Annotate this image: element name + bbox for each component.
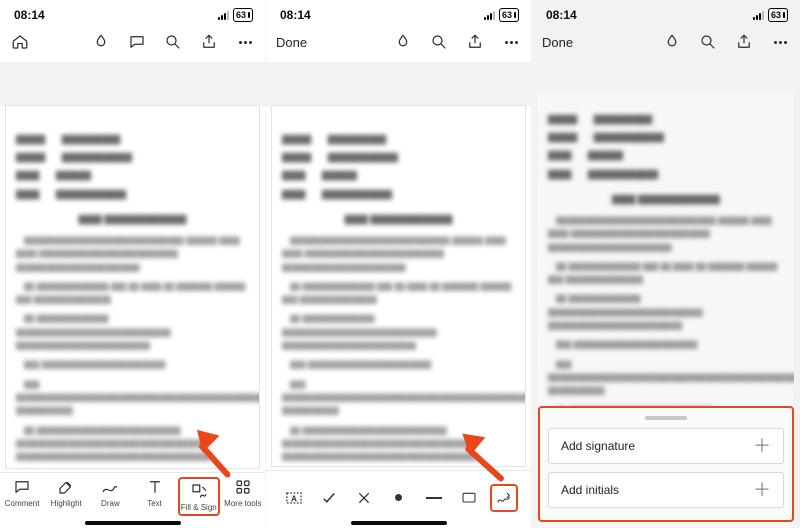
document-page[interactable]: █████ ██████████ █████ ████████████ ████… xyxy=(272,106,525,466)
blurred-document-content: █████ ██████████ █████ ████████████ ████… xyxy=(16,132,249,468)
svg-text:A: A xyxy=(290,493,296,503)
add-signature-label: Add signature xyxy=(561,439,635,453)
add-initials-button[interactable]: Add initials ＋ xyxy=(548,472,784,508)
search-icon[interactable] xyxy=(698,32,718,52)
cellular-icon xyxy=(218,10,229,20)
top-toolbar: Done xyxy=(266,26,531,62)
blurred-document-content: █████ ██████████ █████ ████████████ ████… xyxy=(282,132,515,466)
document-page[interactable]: █████ ██████████ █████ ████████████ ████… xyxy=(6,106,259,468)
grey-gap xyxy=(266,62,531,106)
text-tool-icon xyxy=(145,477,165,497)
status-bar: 08:14 63 xyxy=(0,0,265,26)
bottom-toolbar: Comment Highlight Draw Text Fill & Sign … xyxy=(0,472,265,528)
more-icon[interactable] xyxy=(235,32,255,52)
battery-icon: 63 xyxy=(233,8,253,22)
more-tools-button[interactable]: More tools xyxy=(222,477,264,508)
status-bar: 08:14 63 xyxy=(266,0,531,26)
home-indicator xyxy=(351,521,447,525)
battery-icon: 63 xyxy=(499,8,519,22)
liquid-mode-icon[interactable] xyxy=(91,32,111,52)
grey-gap xyxy=(0,62,265,106)
highlight-tool-icon xyxy=(56,477,76,497)
plus-icon: ＋ xyxy=(753,485,771,496)
grey-gap xyxy=(532,62,800,92)
fill-and-sign-button[interactable]: Fill & Sign xyxy=(178,477,220,516)
more-icon[interactable] xyxy=(501,32,521,52)
comment-tool-icon xyxy=(12,477,32,497)
dot-tool[interactable] xyxy=(385,484,413,512)
more-icon[interactable] xyxy=(770,32,790,52)
liquid-mode-icon[interactable] xyxy=(393,32,413,52)
liquid-mode-icon[interactable] xyxy=(662,32,682,52)
fill-sign-tool-icon xyxy=(189,481,209,501)
plus-icon: ＋ xyxy=(753,441,771,452)
highlight-button[interactable]: Highlight xyxy=(45,477,87,508)
cross-tool[interactable] xyxy=(350,484,378,512)
screen-3-add-signature-sheet: 08:14 63 Done █████ ██████████ █████ ███… xyxy=(532,0,800,528)
comment-icon[interactable] xyxy=(127,32,147,52)
status-bar: 08:14 63 xyxy=(532,0,800,26)
share-icon[interactable] xyxy=(199,32,219,52)
fill-sign-toolbar: A xyxy=(266,470,531,528)
more-tools-icon xyxy=(233,477,253,497)
clock: 08:14 xyxy=(14,8,45,22)
draw-tool-icon xyxy=(100,477,120,497)
top-toolbar xyxy=(0,26,265,62)
draw-button[interactable]: Draw xyxy=(89,477,131,508)
checkmark-tool[interactable] xyxy=(315,484,343,512)
add-initials-label: Add initials xyxy=(561,483,619,497)
share-icon[interactable] xyxy=(465,32,485,52)
clock: 08:14 xyxy=(280,8,311,22)
home-indicator xyxy=(85,521,181,525)
done-button[interactable]: Done xyxy=(276,35,307,50)
screen-2-sign-tools: 08:14 63 Done █████ ██████████ █████ ███… xyxy=(266,0,532,528)
cellular-icon xyxy=(484,10,495,20)
text-button[interactable]: Text xyxy=(134,477,176,508)
search-icon[interactable] xyxy=(429,32,449,52)
dash-tool[interactable] xyxy=(420,484,448,512)
home-icon[interactable] xyxy=(10,32,30,52)
battery-icon: 63 xyxy=(768,8,788,22)
signature-action-sheet: Add signature ＋ Add initials ＋ xyxy=(538,406,794,522)
cellular-icon xyxy=(753,10,764,20)
add-signature-button[interactable]: Add signature ＋ xyxy=(548,428,784,464)
top-toolbar: Done xyxy=(532,26,800,62)
share-icon[interactable] xyxy=(734,32,754,52)
text-field-tool[interactable]: A xyxy=(280,484,308,512)
signature-tool-button[interactable] xyxy=(490,484,518,512)
screen-1-fill-and-sign: 08:14 63 █████ ██████████ █████ ████████… xyxy=(0,0,266,528)
clock: 08:14 xyxy=(546,8,577,22)
done-button[interactable]: Done xyxy=(542,35,573,50)
comment-button[interactable]: Comment xyxy=(1,477,43,508)
rectangle-tool[interactable] xyxy=(455,484,483,512)
search-icon[interactable] xyxy=(163,32,183,52)
sheet-grabber[interactable] xyxy=(645,416,687,420)
